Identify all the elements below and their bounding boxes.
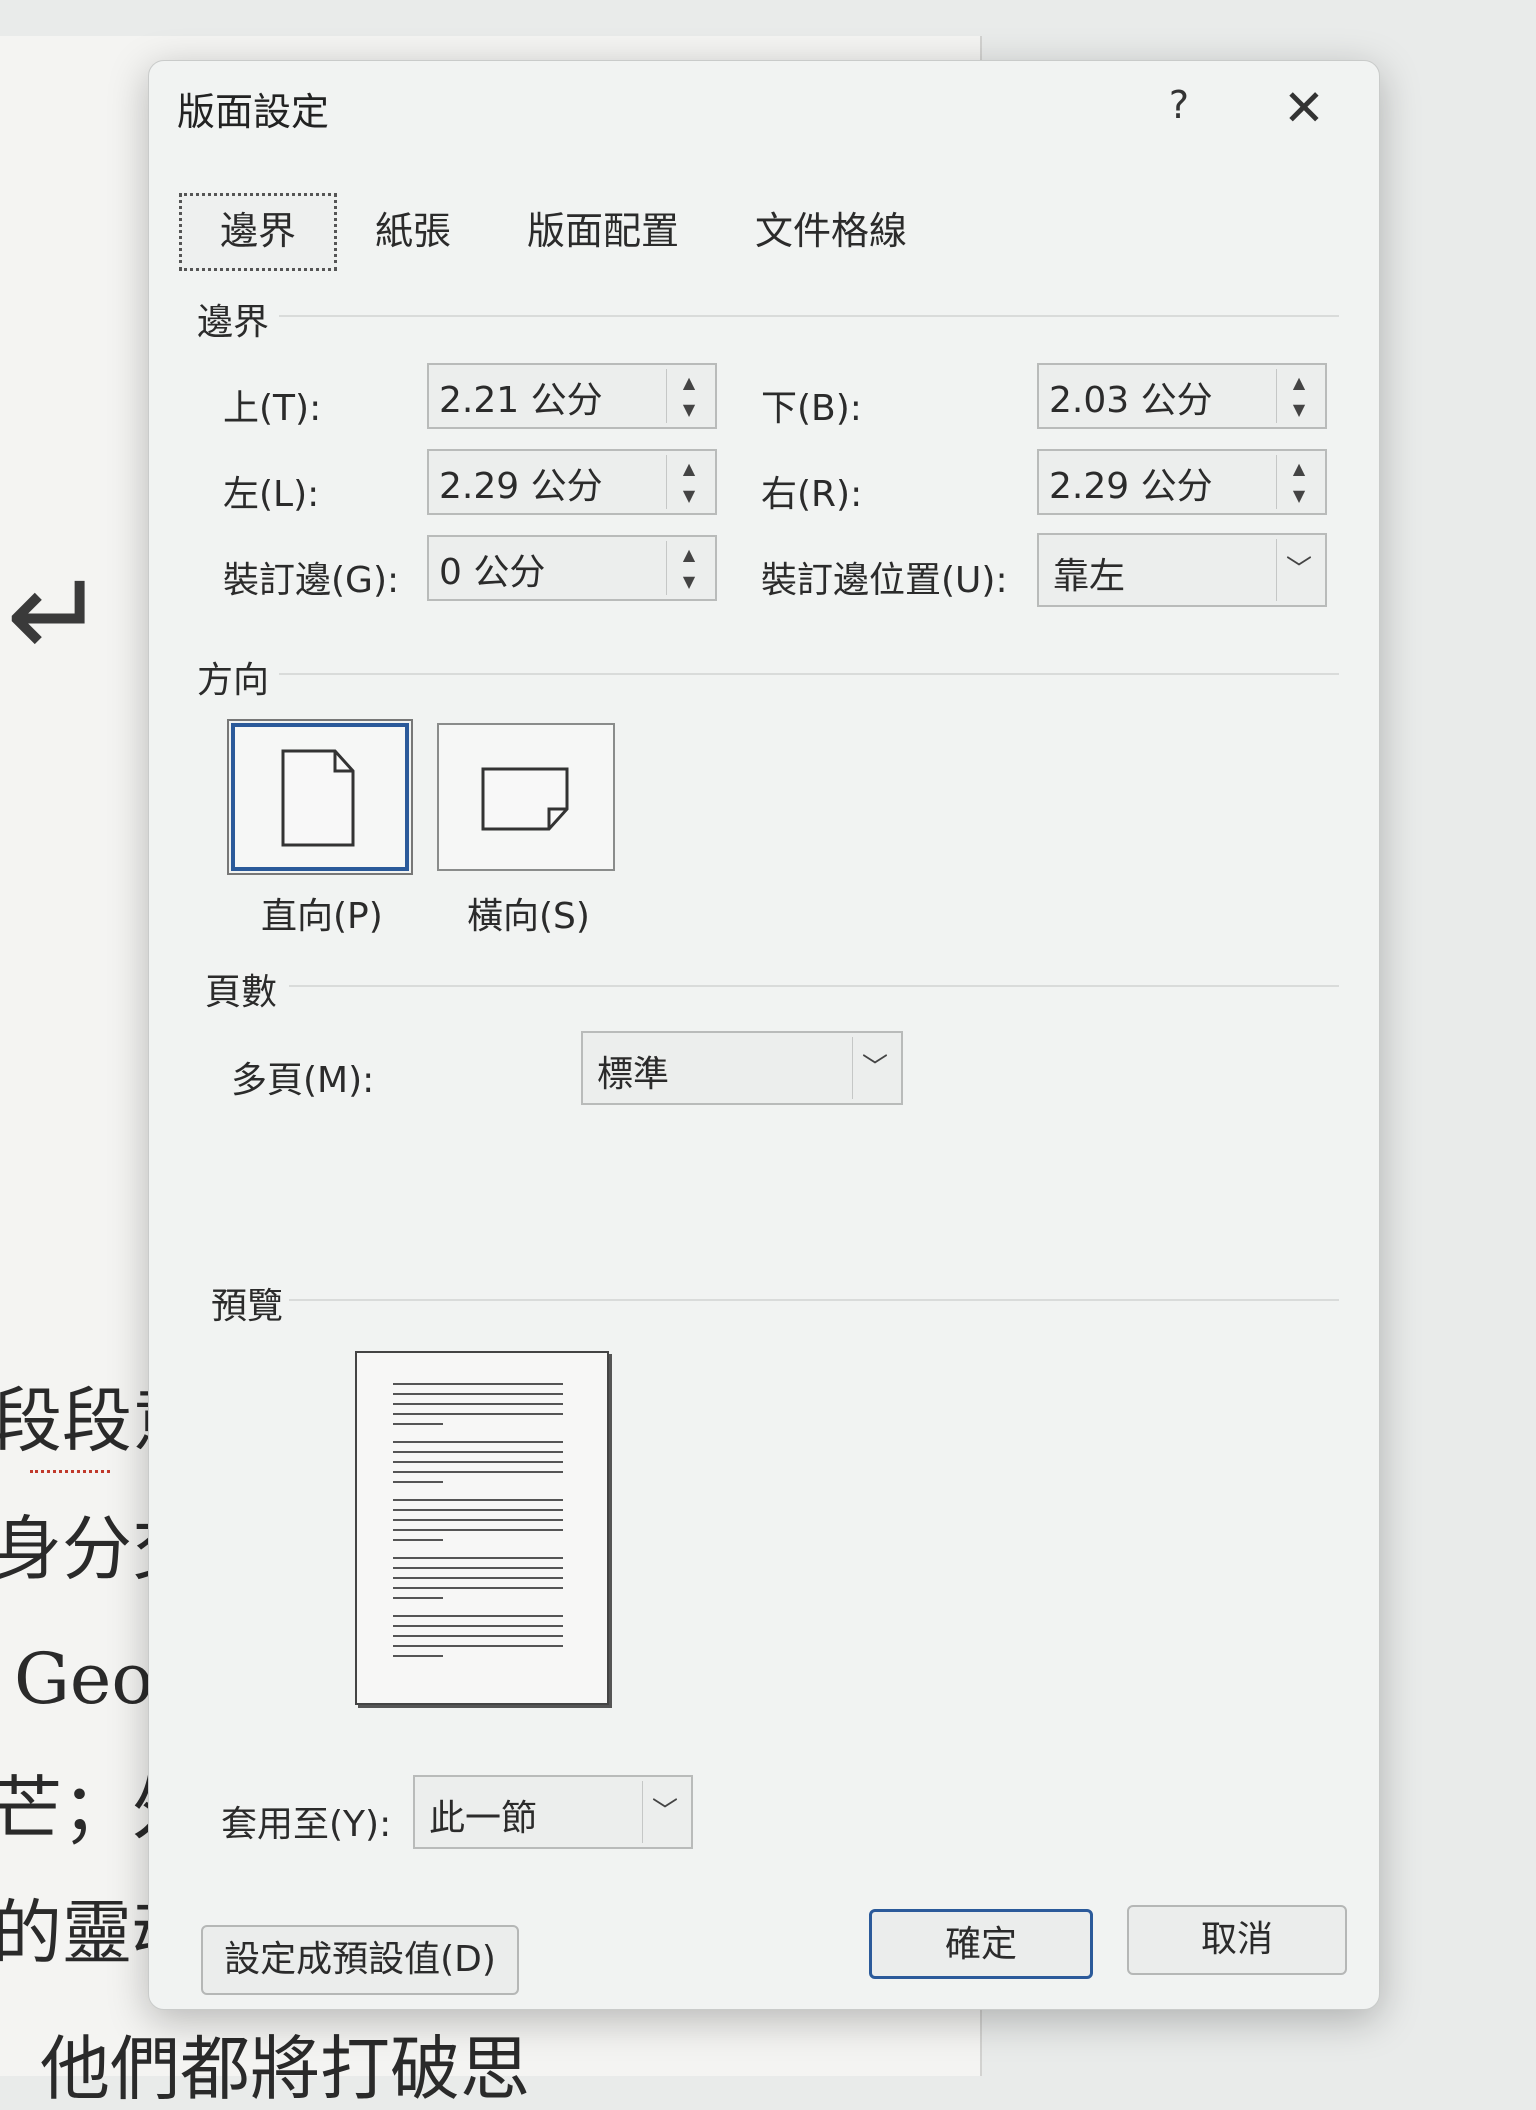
preview-text-line bbox=[393, 1557, 563, 1559]
gutter-value[interactable]: 0 公分 bbox=[439, 543, 545, 595]
preview-text-line bbox=[393, 1597, 443, 1599]
gutter-position-label: 裝訂邊位置(U): bbox=[761, 560, 1008, 601]
landscape-button[interactable] bbox=[437, 723, 615, 871]
apply-to-select[interactable]: 此一節 ﹀ bbox=[413, 1775, 693, 1849]
spin-up-icon[interactable]: ▲ bbox=[667, 455, 711, 482]
preview-text-line bbox=[393, 1615, 563, 1617]
preview-text-line bbox=[393, 1461, 563, 1463]
chevron-down-icon[interactable]: ﹀ bbox=[642, 1781, 687, 1843]
set-default-button[interactable]: 設定成預設值(D) bbox=[201, 1925, 519, 1995]
left-margin-label: 左(L): bbox=[223, 474, 320, 515]
preview-section-label: 預覽 bbox=[211, 1286, 284, 1327]
spin-up-icon[interactable]: ▲ bbox=[667, 369, 711, 396]
preview-text-line bbox=[393, 1567, 563, 1569]
section-divider bbox=[279, 673, 1339, 675]
spin-down-icon[interactable]: ▼ bbox=[1277, 396, 1321, 423]
preview-text-line bbox=[393, 1519, 563, 1521]
multiple-pages-label: 多頁(M): bbox=[231, 1060, 375, 1101]
portrait-button[interactable] bbox=[227, 719, 413, 875]
preview-text-line bbox=[393, 1383, 563, 1385]
tab-layout[interactable]: 版面配置 bbox=[489, 191, 717, 271]
gutter-spinner[interactable]: 0 公分 ▲ ▼ bbox=[427, 535, 717, 601]
spellcheck-underline bbox=[30, 1464, 110, 1473]
chevron-down-icon[interactable]: ﹀ bbox=[1276, 539, 1321, 601]
multiple-pages-select[interactable]: 標準 ﹀ bbox=[581, 1031, 903, 1105]
preview-text-line bbox=[393, 1471, 563, 1473]
preview-text-line bbox=[393, 1529, 563, 1531]
section-divider bbox=[289, 1299, 1339, 1301]
help-button[interactable]: ? bbox=[1149, 75, 1209, 135]
spin-up-icon[interactable]: ▲ bbox=[667, 541, 711, 568]
top-margin-label: 上(T): bbox=[223, 388, 322, 429]
right-margin-label: 右(R): bbox=[761, 474, 863, 515]
spin-down-icon[interactable]: ▼ bbox=[667, 482, 711, 509]
page-preview bbox=[355, 1351, 609, 1705]
tab-paper[interactable]: 紙張 bbox=[337, 191, 489, 271]
preview-text-line bbox=[393, 1413, 563, 1415]
cancel-button[interactable]: 取消 bbox=[1127, 1905, 1347, 1975]
preview-text-line bbox=[393, 1441, 563, 1443]
preview-text-line bbox=[393, 1481, 443, 1483]
dialog-title: 版面設定 bbox=[177, 90, 330, 134]
top-margin-value[interactable]: 2.21 公分 bbox=[439, 371, 603, 423]
section-divider bbox=[279, 315, 1339, 317]
preview-text-line bbox=[393, 1499, 563, 1501]
preview-text-line bbox=[393, 1403, 563, 1405]
portrait-label[interactable]: 直向(P) bbox=[261, 887, 383, 939]
multiple-pages-value: 標準 bbox=[597, 1054, 670, 1095]
gutter-position-select[interactable]: 靠左 ﹀ bbox=[1037, 533, 1327, 607]
orientation-section-label: 方向 bbox=[197, 660, 270, 701]
tab-margins[interactable]: 邊界 bbox=[179, 193, 338, 271]
preview-text-line bbox=[393, 1393, 563, 1395]
apply-to-label: 套用至(Y): bbox=[221, 1804, 392, 1845]
chevron-down-icon[interactable]: ﹀ bbox=[852, 1037, 897, 1099]
gutter-label: 裝訂邊(G): bbox=[223, 560, 400, 601]
left-margin-value[interactable]: 2.29 公分 bbox=[439, 457, 603, 509]
preview-text-line bbox=[393, 1625, 563, 1627]
spin-up-icon[interactable]: ▲ bbox=[1277, 455, 1321, 482]
close-icon: ✕ bbox=[1283, 79, 1325, 137]
spin-down-icon[interactable]: ▼ bbox=[1277, 482, 1321, 509]
bottom-margin-value[interactable]: 2.03 公分 bbox=[1049, 371, 1213, 423]
preview-text-line bbox=[393, 1577, 563, 1579]
pages-section-label: 頁數 bbox=[205, 972, 278, 1013]
preview-text-line bbox=[393, 1655, 443, 1657]
spin-up-icon[interactable]: ▲ bbox=[1277, 369, 1321, 396]
preview-text-line bbox=[393, 1451, 563, 1453]
spin-down-icon[interactable]: ▼ bbox=[667, 568, 711, 595]
bottom-margin-spinner[interactable]: 2.03 公分 ▲ ▼ bbox=[1037, 363, 1327, 429]
page-setup-dialog: 版面設定 ? ✕ 邊界 紙張 版面配置 文件格線 邊界 上(T): 2.21 公… bbox=[148, 60, 1380, 2010]
right-margin-value[interactable]: 2.29 公分 bbox=[1049, 457, 1213, 509]
tab-document-grid[interactable]: 文件格線 bbox=[717, 191, 945, 271]
spin-down-icon[interactable]: ▼ bbox=[667, 396, 711, 423]
paragraph-return-icon: ↵ bbox=[6, 546, 107, 685]
right-margin-spinner[interactable]: 2.29 公分 ▲ ▼ bbox=[1037, 449, 1327, 515]
left-margin-spinner[interactable]: 2.29 公分 ▲ ▼ bbox=[427, 449, 717, 515]
top-margin-spinner[interactable]: 2.21 公分 ▲ ▼ bbox=[427, 363, 717, 429]
preview-text-line bbox=[393, 1635, 563, 1637]
preview-text-line bbox=[393, 1645, 563, 1647]
gutter-position-value: 靠左 bbox=[1053, 556, 1126, 597]
apply-to-value: 此一節 bbox=[429, 1798, 538, 1839]
tab-bar: 邊界 紙張 版面配置 文件格線 bbox=[179, 191, 945, 271]
landscape-label[interactable]: 橫向(S) bbox=[467, 887, 590, 939]
landscape-page-icon bbox=[481, 767, 569, 831]
portrait-page-icon bbox=[281, 749, 355, 847]
bottom-margin-label: 下(B): bbox=[761, 388, 862, 429]
preview-text-line bbox=[393, 1509, 563, 1511]
doc-text-line: 他們都將打破思 bbox=[40, 2028, 530, 2110]
section-divider bbox=[289, 985, 1339, 987]
preview-text-line bbox=[393, 1423, 443, 1425]
preview-text-line bbox=[393, 1587, 563, 1589]
close-button[interactable]: ✕ bbox=[1269, 75, 1339, 145]
margins-section-label: 邊界 bbox=[197, 302, 270, 343]
ok-button[interactable]: 確定 bbox=[869, 1909, 1093, 1979]
preview-text-line bbox=[393, 1539, 443, 1541]
